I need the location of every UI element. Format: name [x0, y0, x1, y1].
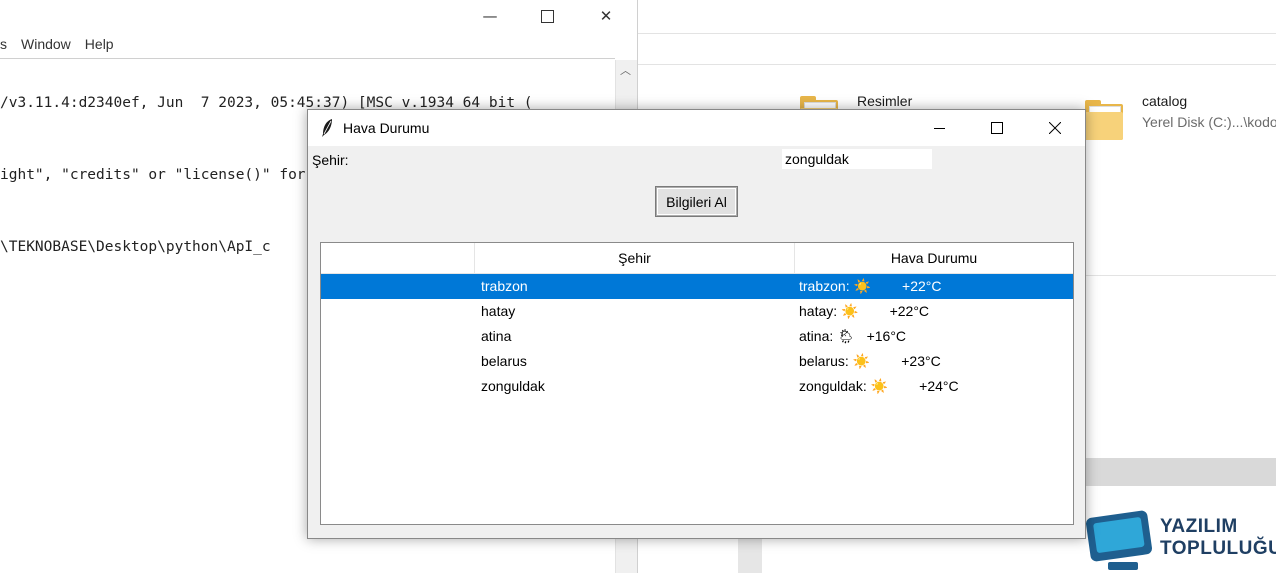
minimize-icon: — — [482, 7, 498, 25]
close-button[interactable]: ✕ — [583, 0, 629, 32]
app-body: Şehir: Bilgileri Al Şehir Hava Durumu tr… — [308, 147, 1085, 538]
logo-text-line1: YAZILIM — [1160, 516, 1238, 537]
cell-weather: belarus: ☀️ +23°C — [799, 353, 941, 369]
table-row[interactable]: belarus belarus: ☀️ +23°C — [321, 349, 1073, 374]
close-icon — [1049, 122, 1061, 134]
cell-city: trabzon — [481, 278, 528, 294]
cell-city: hatay — [481, 303, 516, 319]
divider — [638, 64, 1276, 65]
column-header-city[interactable]: Şehir — [475, 243, 795, 273]
app-titlebar: Hava Durumu — [308, 110, 1085, 146]
shell-titlebar: — ✕ — [0, 0, 637, 32]
folder-path: Yerel Disk (C:)...\kodo — [1142, 114, 1276, 130]
window-title: Hava Durumu — [343, 120, 430, 136]
scroll-band — [1084, 458, 1276, 486]
divider — [1078, 275, 1276, 276]
divider — [638, 33, 1276, 34]
maximize-button[interactable] — [968, 110, 1026, 146]
cell-city: atina — [481, 328, 512, 344]
column-header-tree[interactable] — [321, 243, 475, 273]
table-row[interactable]: trabzon trabzon: ☀️ +22°C — [321, 274, 1073, 299]
menu-help[interactable]: Help — [85, 36, 114, 58]
table-row[interactable]: zonguldak zonguldak: ☀️ +24°C — [321, 374, 1073, 399]
minimize-button[interactable]: — — [467, 0, 513, 32]
shell-menubar: s Window Help — [0, 36, 128, 58]
logo-text-line2: TOPLULUĞU — [1160, 538, 1276, 559]
cell-weather: atina: 🌦 +16°C — [799, 328, 907, 344]
weather-table[interactable]: Şehir Hava Durumu trabzon trabzon: ☀️ +22… — [320, 242, 1074, 525]
monitor-stand — [1108, 562, 1138, 570]
table-header: Şehir Hava Durumu — [321, 243, 1073, 274]
feather-icon — [322, 119, 332, 137]
maximize-icon — [991, 122, 1003, 134]
city-input[interactable] — [781, 148, 933, 170]
table-row[interactable]: atina atina: 🌦 +16°C — [321, 324, 1073, 349]
cell-city: zonguldak — [481, 378, 545, 394]
maximize-icon — [540, 9, 554, 23]
folder-name-catalog[interactable]: catalog — [1142, 93, 1187, 109]
cell-weather: zonguldak: ☀️ +24°C — [799, 378, 959, 394]
close-button[interactable] — [1026, 110, 1084, 146]
menu-options[interactable]: s — [0, 36, 7, 58]
menu-window[interactable]: Window — [21, 36, 71, 58]
cell-weather: hatay: ☀️ +22°C — [799, 303, 930, 319]
yazilim-toplulugu-logo: YAZILIM TOPLULUĞU — [1085, 509, 1276, 573]
table-row[interactable]: hatay hatay: ☀️ +22°C — [321, 299, 1073, 324]
fetch-info-button[interactable]: Bilgileri Al — [656, 187, 737, 216]
maximize-button[interactable] — [524, 0, 570, 32]
monitor-icon — [1085, 509, 1153, 563]
folder-icon[interactable] — [1085, 98, 1125, 142]
city-label: Şehir: — [312, 152, 349, 168]
weather-app-window: Hava Durumu Şehir: Bilgileri Al Şehir Ha… — [307, 109, 1086, 539]
folder-name-resimler[interactable]: Resimler — [857, 93, 912, 109]
cell-weather: trabzon: ☀️ +22°C — [799, 278, 942, 294]
chevron-up-icon[interactable]: ︿ — [620, 62, 631, 78]
column-header-weather[interactable]: Hava Durumu — [795, 243, 1073, 273]
divider — [0, 58, 615, 59]
minimize-icon — [933, 127, 945, 129]
close-icon: ✕ — [599, 7, 613, 25]
cell-city: belarus — [481, 353, 527, 369]
minimize-button[interactable] — [910, 110, 968, 146]
